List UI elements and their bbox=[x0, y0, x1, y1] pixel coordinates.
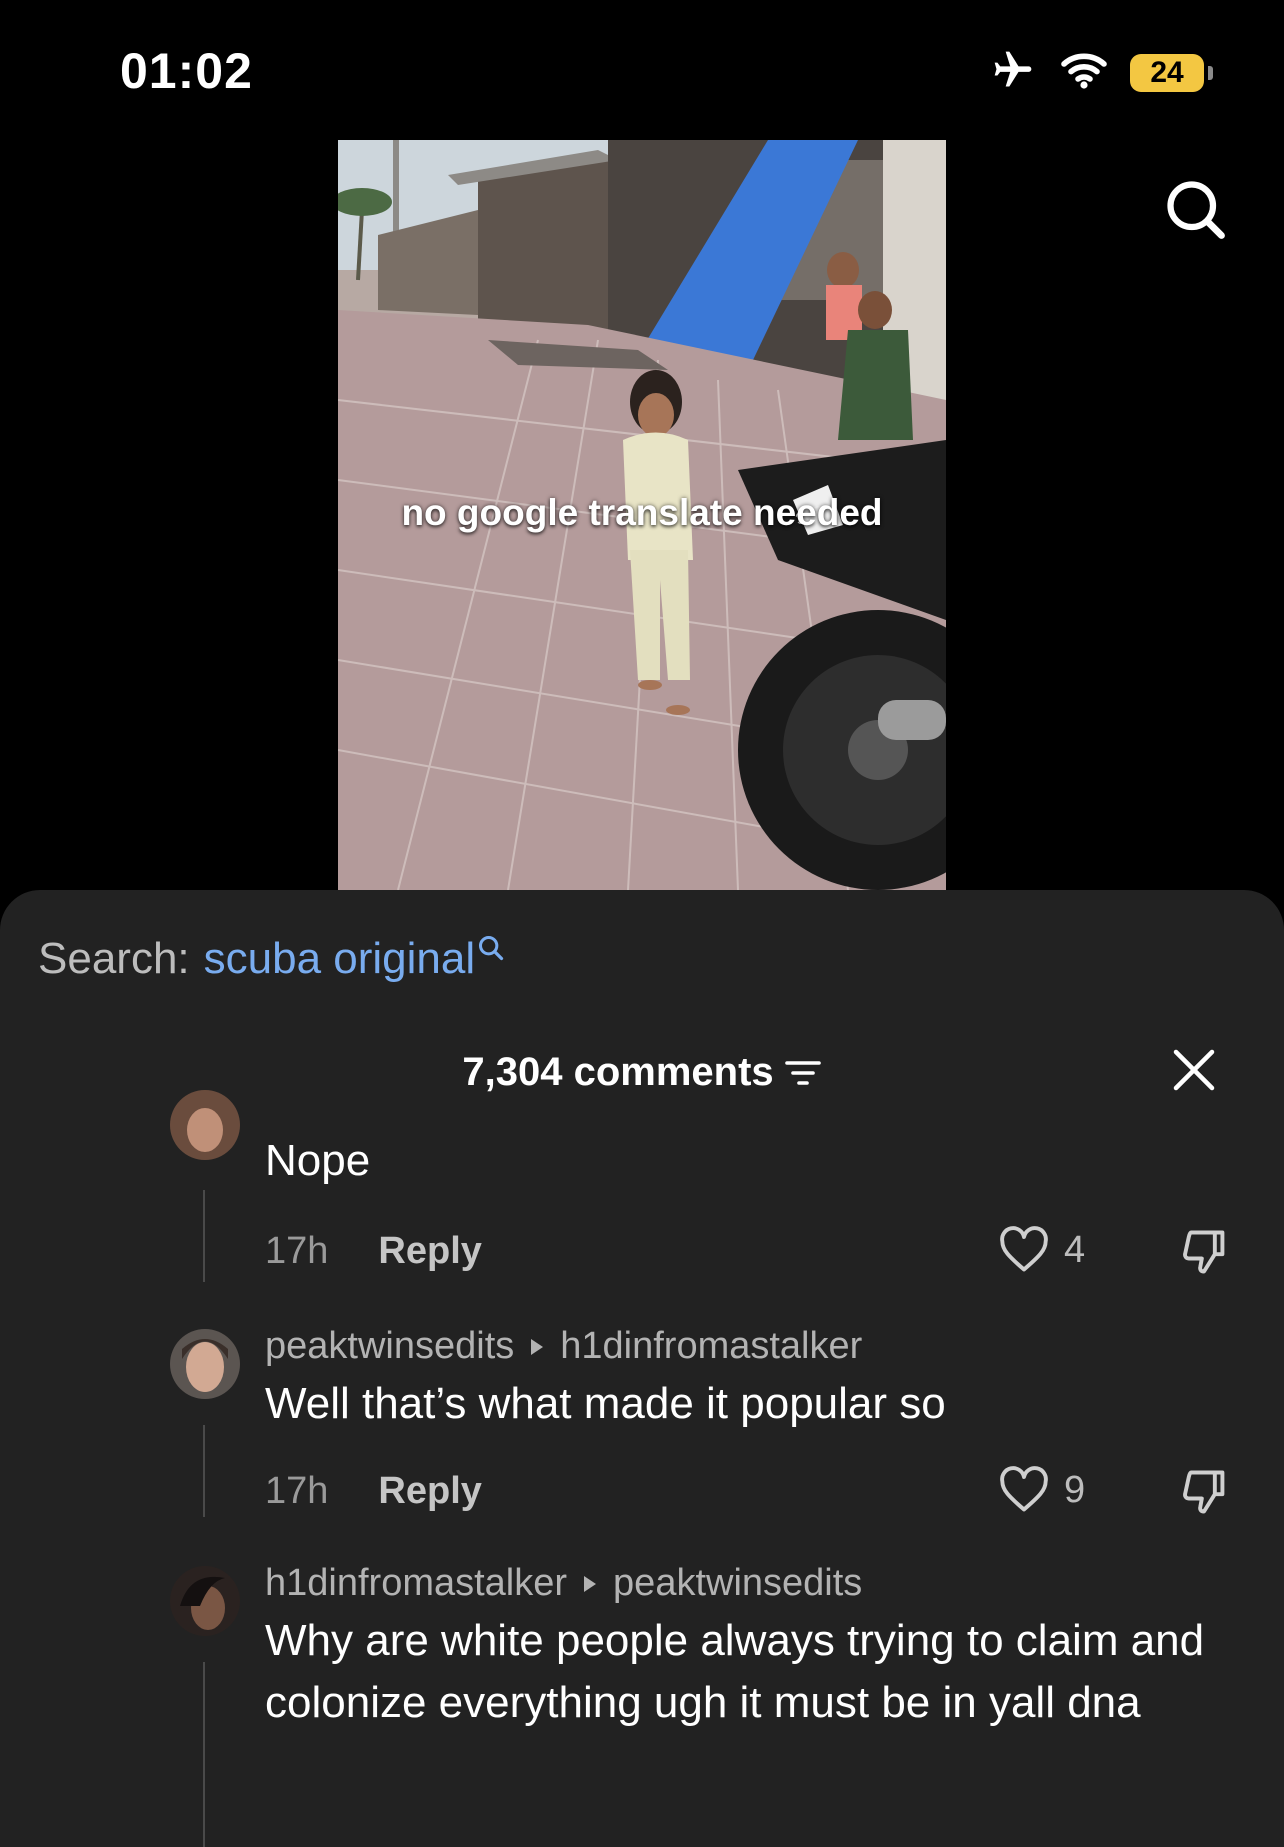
search-term-link[interactable]: scuba original bbox=[204, 934, 476, 984]
comments-header: 7,304 comments bbox=[0, 1050, 1284, 1095]
battery-level: 24 bbox=[1150, 55, 1184, 89]
comments-sheet: Search: scuba original 7,304 comments No… bbox=[0, 890, 1284, 1847]
avatar[interactable] bbox=[170, 1329, 240, 1399]
comment-text: Why are white people always trying to cl… bbox=[265, 1616, 1205, 1727]
reply-button[interactable]: Reply bbox=[378, 1230, 481, 1273]
search-suggestion[interactable]: Search: scuba original bbox=[38, 934, 505, 984]
comment-username[interactable]: h1dinfromastalker bbox=[265, 1562, 567, 1605]
heart-icon bbox=[1000, 1226, 1048, 1272]
comment-time: 17h bbox=[265, 1230, 329, 1272]
comment-header: h1dinfromastalker peaktwinsedits bbox=[265, 1562, 862, 1605]
filter-icon[interactable] bbox=[784, 1058, 822, 1088]
wifi-icon bbox=[1060, 50, 1108, 95]
dislike-button[interactable] bbox=[1178, 1466, 1230, 1523]
comment-reply-to[interactable]: h1dinfromastalker bbox=[560, 1325, 862, 1368]
comments-count-label: 7,304 comments bbox=[462, 1050, 774, 1094]
search-icon bbox=[1167, 181, 1225, 239]
comment-header: peaktwinsedits h1dinfromastalker bbox=[265, 1325, 862, 1368]
comment-text: Nope bbox=[265, 1136, 371, 1185]
heart-icon bbox=[1000, 1466, 1048, 1512]
avatar[interactable] bbox=[170, 1566, 240, 1636]
status-bar: 01:02 24 bbox=[0, 0, 1284, 140]
search-icon bbox=[479, 935, 504, 961]
video-caption: no google translate needed bbox=[401, 492, 883, 533]
like-button[interactable]: 4 bbox=[998, 1226, 1085, 1274]
thumbs-down-icon bbox=[1183, 1470, 1225, 1514]
status-time: 01:02 bbox=[120, 43, 253, 99]
comment-text: Well that’s what made it popular so bbox=[265, 1379, 946, 1428]
avatar[interactable] bbox=[170, 1090, 240, 1160]
comment-username[interactable]: peaktwinsedits bbox=[265, 1325, 514, 1368]
comment-meta: 17h Reply bbox=[265, 1470, 482, 1513]
video-player[interactable]: 36PY no google translate needed bbox=[338, 140, 946, 890]
dislike-button[interactable] bbox=[1178, 1226, 1230, 1283]
comments-count[interactable]: 7,304 comments bbox=[462, 1050, 821, 1095]
thumbs-down-icon bbox=[1183, 1230, 1225, 1274]
battery-icon: 24 bbox=[1130, 53, 1213, 92]
search-button[interactable] bbox=[1156, 170, 1236, 250]
comment-time: 17h bbox=[265, 1470, 329, 1512]
caret-right-icon bbox=[584, 1575, 597, 1592]
close-button[interactable] bbox=[1164, 1040, 1224, 1100]
comment-meta: 17h Reply bbox=[265, 1230, 482, 1273]
like-button[interactable]: 9 bbox=[998, 1466, 1085, 1514]
airplane-icon bbox=[988, 48, 1038, 97]
comment-reply-to[interactable]: peaktwinsedits bbox=[613, 1562, 862, 1605]
status-icons: 24 bbox=[988, 48, 1213, 97]
like-count: 9 bbox=[1064, 1468, 1086, 1511]
search-label: Search: bbox=[38, 934, 190, 983]
reply-button[interactable]: Reply bbox=[378, 1470, 481, 1513]
close-icon bbox=[1173, 1049, 1215, 1091]
like-count: 4 bbox=[1064, 1228, 1086, 1271]
caret-right-icon bbox=[531, 1338, 544, 1355]
